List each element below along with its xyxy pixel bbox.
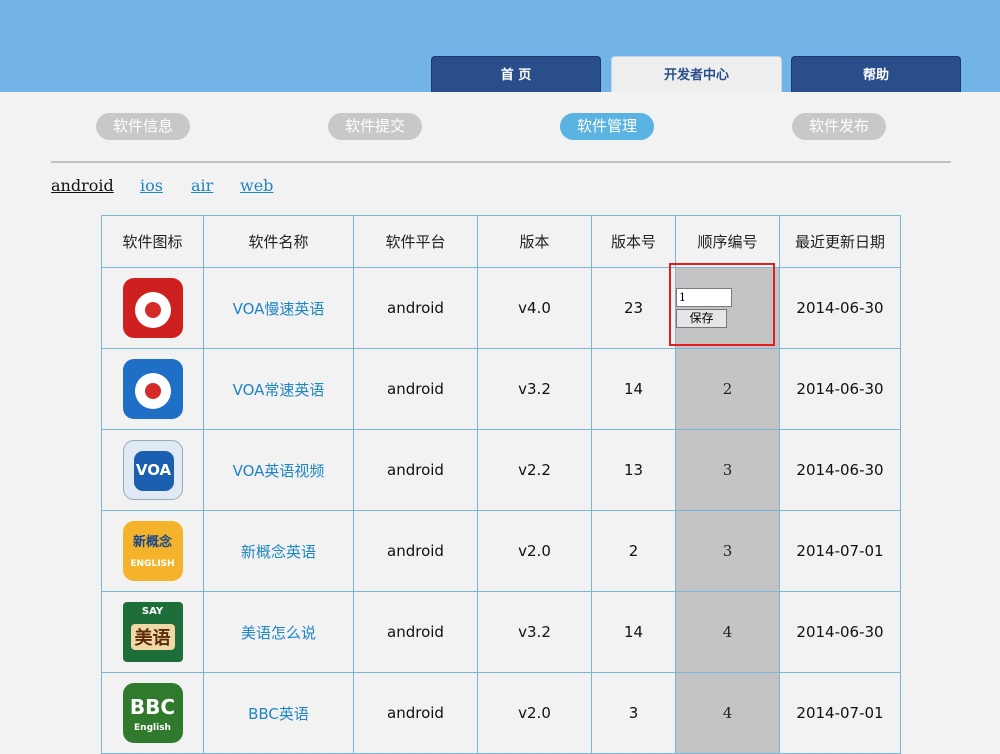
software-name[interactable]: 新概念英语 [203, 510, 354, 592]
software-build: 23 [591, 267, 676, 349]
voa-slow-icon [122, 278, 183, 338]
say-icon-main-text: 美语 [130, 624, 175, 650]
american-say-icon: SAY 美语 [122, 602, 183, 662]
column-header-order: 顺序编号 [675, 215, 780, 268]
subnav-software-manage[interactable]: 软件管理 [560, 113, 654, 140]
subnav-software-manage-label: 软件管理 [576, 117, 637, 135]
voa-video-icon: VOA [122, 440, 183, 500]
software-update-date: 2014-06-30 [779, 429, 901, 511]
software-version: v2.0 [477, 672, 592, 754]
software-name[interactable]: 美语怎么说 [203, 591, 354, 673]
icon-cell: SAY 美语 [101, 591, 204, 673]
icon-cell: VOA [101, 429, 204, 511]
software-build: 2 [591, 510, 676, 592]
table-row: SAY 美语 美语怎么说 android v3.2 14 4 2014-06-3… [101, 591, 901, 673]
icon-cell: BBC English [101, 672, 204, 754]
new-concept-icon: 新概念 ENGLISH [122, 521, 183, 581]
software-update-date: 2014-06-30 [779, 591, 901, 673]
column-header-version: 版本 [477, 215, 592, 268]
software-version: v3.2 [477, 348, 592, 430]
tab-developer-center[interactable]: 开发者中心 [611, 56, 782, 92]
column-header-build: 版本号 [591, 215, 676, 268]
software-name[interactable]: VOA英语视频 [203, 429, 354, 511]
platform-link-android[interactable]: android [51, 176, 114, 195]
software-name[interactable]: VOA慢速英语 [203, 267, 354, 349]
table-row: VOA常速英语 android v3.2 14 2 2014-06-30 [101, 348, 901, 430]
column-header-icon: 软件图标 [101, 215, 204, 268]
column-header-platform: 软件平台 [353, 215, 478, 268]
tab-developer-center-label: 开发者中心 [663, 68, 729, 83]
order-number[interactable]: 4 [675, 672, 780, 754]
nce-icon-title: 新概念 [132, 535, 172, 550]
software-platform: android [353, 429, 478, 511]
say-icon-top-text: SAY [141, 606, 164, 617]
software-update-date: 2014-07-01 [779, 510, 901, 592]
software-version: v2.0 [477, 510, 592, 592]
subnav-software-info[interactable]: 软件信息 [96, 113, 190, 140]
order-number[interactable]: 3 [675, 510, 780, 592]
software-build: 14 [591, 591, 676, 673]
nce-icon-subtitle: ENGLISH [130, 559, 175, 569]
platform-link-ios[interactable]: ios [140, 176, 163, 195]
table-header-row: 软件图标 软件名称 软件平台 版本 版本号 顺序编号 最近更新日期 [101, 215, 901, 268]
software-platform: android [353, 672, 478, 754]
software-build: 14 [591, 348, 676, 430]
order-number[interactable]: 4 [675, 591, 780, 673]
software-table: 软件图标 软件名称 软件平台 版本 版本号 顺序编号 最近更新日期 VOA慢速英… [101, 215, 901, 754]
software-version: v4.0 [477, 267, 592, 349]
bbc-icon-title: BBC [129, 695, 176, 719]
section-divider [51, 161, 951, 163]
subnav-software-publish-label: 软件发布 [808, 117, 869, 135]
software-name[interactable]: VOA常速英语 [203, 348, 354, 430]
order-number[interactable]: 3 [675, 429, 780, 511]
software-platform: android [353, 267, 478, 349]
subnav-software-info-label: 软件信息 [112, 117, 173, 135]
tab-help[interactable]: 帮助 [791, 56, 961, 92]
software-version: v3.2 [477, 591, 592, 673]
column-header-name: 软件名称 [203, 215, 354, 268]
icon-cell [101, 348, 204, 430]
platform-link-air[interactable]: air [191, 176, 213, 195]
subnav-software-submit-label: 软件提交 [344, 117, 405, 135]
table-row: VOA慢速英语 android v4.0 23 保存 2014-06-30 [101, 263, 901, 349]
order-cell-editing: 保存 [669, 263, 780, 349]
tab-home-label: 首 页 [500, 68, 532, 83]
voa-standard-icon [122, 359, 183, 419]
software-platform: android [353, 348, 478, 430]
software-update-date: 2014-07-01 [779, 672, 901, 754]
software-name[interactable]: BBC英语 [203, 672, 354, 754]
table-row: 新概念 ENGLISH 新概念英语 android v2.0 2 3 2014-… [101, 510, 901, 592]
software-update-date: 2014-06-30 [779, 348, 901, 430]
platform-link-web[interactable]: web [240, 176, 273, 195]
subnav-software-submit[interactable]: 软件提交 [328, 113, 422, 140]
bbc-icon-subtitle: English [134, 723, 171, 733]
software-platform: android [353, 510, 478, 592]
software-build: 3 [591, 672, 676, 754]
table-row: VOA VOA英语视频 android v2.2 13 3 2014-06-30 [101, 429, 901, 511]
icon-cell: 新概念 ENGLISH [101, 510, 204, 592]
column-header-date: 最近更新日期 [779, 215, 901, 268]
software-update-date: 2014-06-30 [779, 267, 901, 349]
tab-home[interactable]: 首 页 [431, 56, 601, 92]
tab-help-label: 帮助 [862, 68, 889, 83]
order-number-input[interactable] [676, 288, 732, 307]
voa-video-logo-text: VOA [135, 461, 172, 479]
order-number[interactable]: 2 [675, 348, 780, 430]
save-order-button[interactable]: 保存 [676, 309, 727, 328]
subnav-software-publish[interactable]: 软件发布 [792, 113, 886, 140]
software-platform: android [353, 591, 478, 673]
software-version: v2.2 [477, 429, 592, 511]
icon-cell [101, 267, 204, 349]
software-build: 13 [591, 429, 676, 511]
bbc-english-icon: BBC English [122, 683, 183, 743]
table-row: BBC English BBC英语 android v2.0 3 4 2014-… [101, 672, 901, 754]
